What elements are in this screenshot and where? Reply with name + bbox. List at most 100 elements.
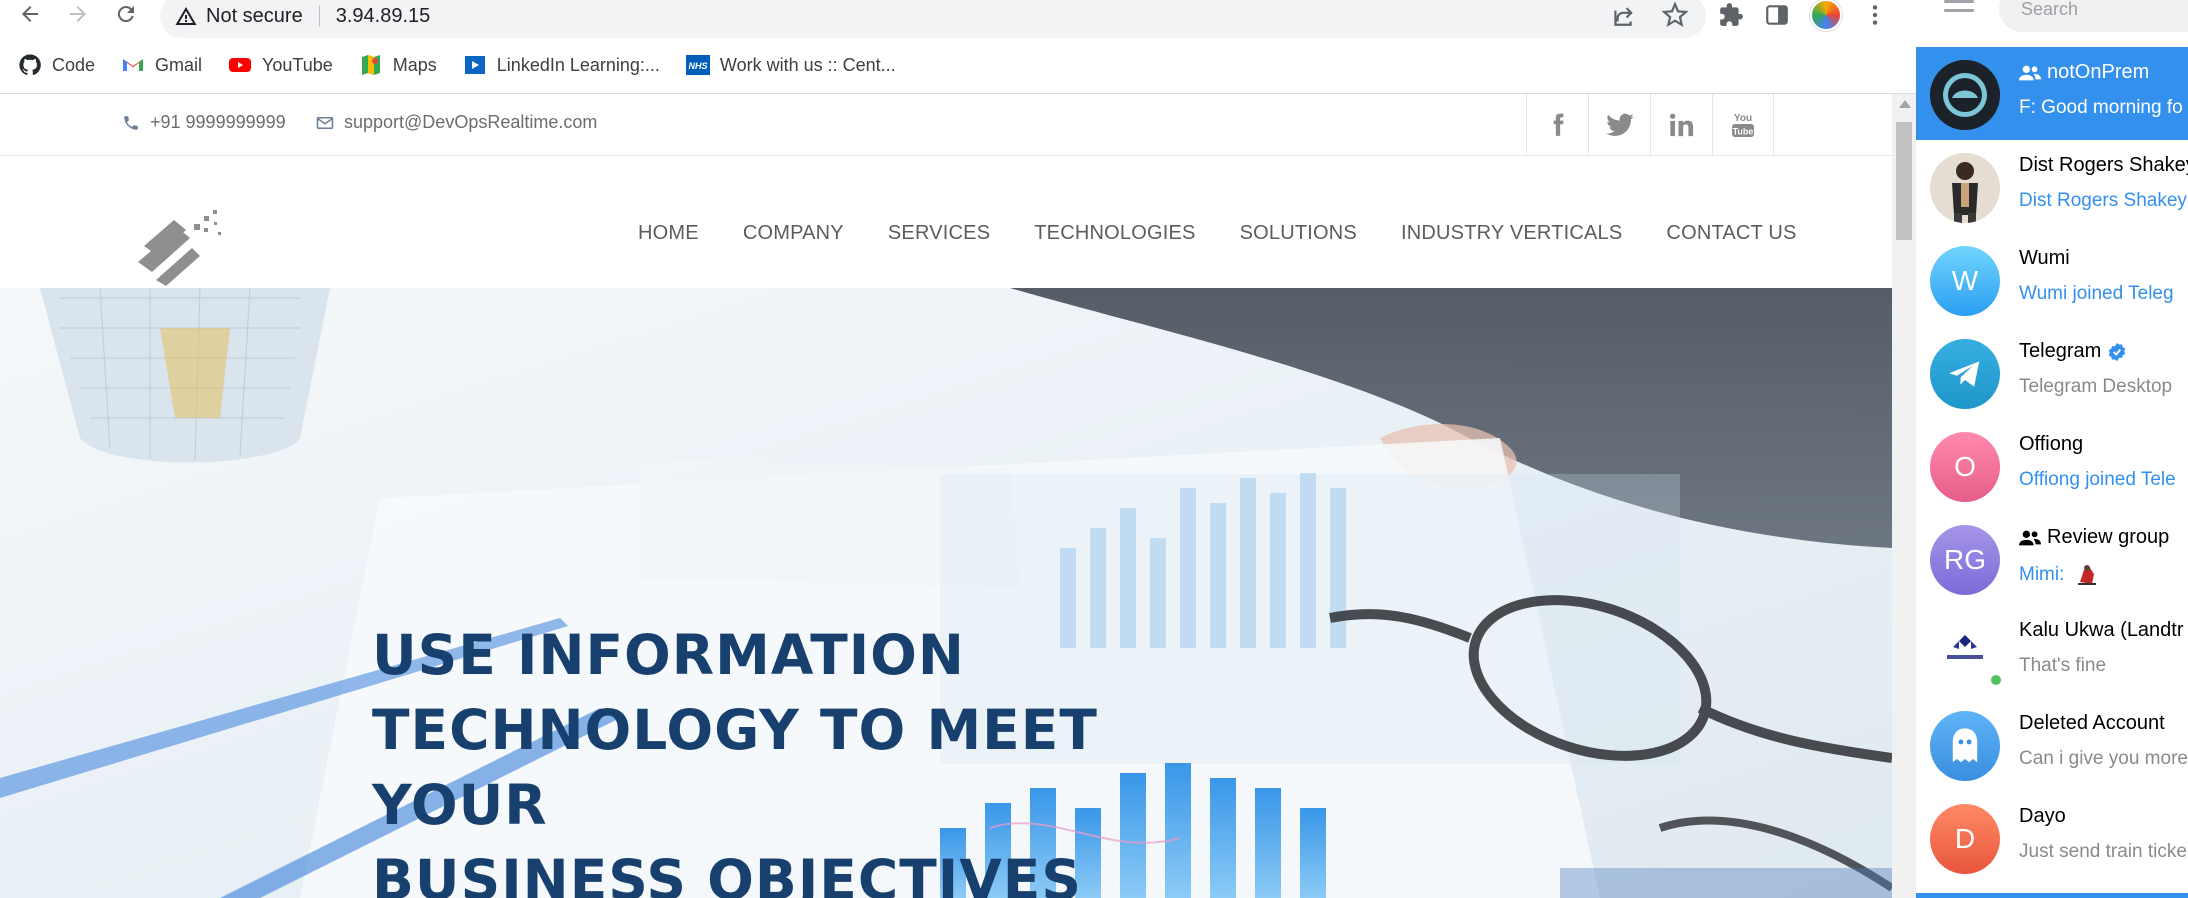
- profile-avatar[interactable]: [1810, 0, 1842, 31]
- chat-avatar: [1930, 60, 2000, 130]
- hamburger-menu-icon[interactable]: [1944, 0, 1974, 20]
- menu-solutions[interactable]: SOLUTIONS: [1240, 222, 1357, 245]
- more-vertical-icon[interactable]: [1862, 2, 1888, 28]
- youtube-link[interactable]: You Tube: [1712, 94, 1774, 156]
- group-icon: [2019, 65, 2041, 80]
- chat-item-dayo[interactable]: D Dayo Just send train ticke: [1916, 791, 2188, 884]
- twitter-link[interactable]: [1588, 94, 1650, 156]
- chat-last-message: Can i give you more: [2019, 748, 2188, 769]
- chat-name: Review group: [2019, 526, 2169, 549]
- telegram-panel: notOnPrem F: Good morning fo Dist Rogers…: [1916, 0, 2188, 898]
- online-status-dot: [1989, 673, 2003, 687]
- chat-name: Deleted Account: [2019, 712, 2165, 735]
- bookmark-youtube[interactable]: YouTube: [228, 53, 333, 77]
- bookmarks-bar: Code Gmail YouTube Maps LinkedIn Learnin…: [0, 48, 896, 82]
- chat-avatar: D: [1930, 804, 2000, 874]
- chat-last-message: Wumi joined Teleg: [2019, 283, 2174, 304]
- menu-technologies[interactable]: TECHNOLOGIES: [1034, 222, 1195, 245]
- social-links: You Tube: [1526, 94, 1774, 156]
- facebook-icon: [1553, 113, 1563, 136]
- chat-item-kalu-ukwa[interactable]: Kalu Ukwa (Landtr That's fine: [1916, 605, 2188, 698]
- warning-icon: [175, 7, 197, 25]
- chat-item-deleted-account[interactable]: Deleted Account Can i give you more: [1916, 698, 2188, 791]
- verified-badge-icon: [2109, 342, 2126, 361]
- chat-name-text: Dist Rogers Shakey: [2019, 154, 2188, 176]
- bookmark-maps[interactable]: Maps: [359, 53, 437, 77]
- browser-toolbar: Not secure 3.94.89.15: [0, 0, 1916, 38]
- chat-last-message: Telegram Desktop: [2019, 376, 2173, 397]
- facebook-link[interactable]: [1526, 94, 1588, 156]
- bookmark-linkedin-learning[interactable]: LinkedIn Learning:...: [463, 53, 660, 77]
- chat-item-wumi[interactable]: W Wumi Wumi joined Teleg: [1916, 233, 2188, 326]
- menu-home[interactable]: HOME: [638, 222, 699, 245]
- bookmark-work-with-us[interactable]: NHS Work with us :: Cent...: [685, 53, 896, 77]
- back-button[interactable]: [12, 0, 48, 28]
- maps-icon: [359, 53, 383, 77]
- bookmark-label: YouTube: [262, 54, 333, 75]
- chat-item-telegram[interactable]: Telegram Telegram Desktop: [1916, 326, 2188, 419]
- url-text[interactable]: 3.94.89.15: [336, 5, 431, 28]
- hero-line-2: TECHNOLOGY TO MEET YOUR: [372, 698, 1098, 837]
- forward-button[interactable]: [60, 0, 96, 28]
- github-icon: [18, 53, 42, 77]
- chat-item-dist-rogers[interactable]: Dist Rogers Shakey Dist Rogers Shakey: [1916, 140, 2188, 233]
- bookmark-star-icon[interactable]: [1662, 2, 1688, 28]
- extensions-icon[interactable]: [1718, 2, 1744, 28]
- page-scrollbar[interactable]: [1892, 94, 1916, 898]
- site-header: HOME COMPANY SERVICES TECHNOLOGIES SOLUT…: [0, 156, 1892, 288]
- svg-text:You: You: [1734, 113, 1752, 124]
- chat-last-message: F: Good morning fo: [2019, 97, 2183, 118]
- bookmark-gmail[interactable]: Gmail: [121, 53, 202, 77]
- contact-topbar: +91 9999999999 support@DevOpsRealtime.co…: [0, 94, 1892, 156]
- chat-name: Kalu Ukwa (Landtr: [2019, 619, 2184, 642]
- chat-item-offiong[interactable]: O Offiong Offiong joined Tele: [1916, 419, 2188, 512]
- email-contact[interactable]: support@DevOpsRealtime.com: [316, 112, 597, 133]
- sticker-thumbnail-icon: [2077, 565, 2096, 585]
- notonprem-logo-icon: [1930, 60, 2000, 130]
- arrow-right-icon: [70, 6, 86, 22]
- company-logo[interactable]: [134, 206, 228, 290]
- chat-last-message: Offiong joined Tele: [2019, 469, 2176, 490]
- menu-services[interactable]: SERVICES: [888, 222, 990, 245]
- menu-contact-us[interactable]: CONTACT US: [1666, 222, 1796, 245]
- bookmark-label: Maps: [392, 54, 437, 75]
- browser-window: Not secure 3.94.89.15 Code Gmail YouTube…: [0, 0, 1916, 898]
- security-indicator[interactable]: Not secure: [174, 4, 303, 28]
- hero-line-1: USE INFORMATION: [372, 623, 965, 687]
- hero-banner: USE INFORMATION TECHNOLOGY TO MEET YOUR …: [0, 288, 1892, 898]
- scroll-thumb[interactable]: [1896, 122, 1912, 240]
- twitter-icon: [1605, 113, 1634, 136]
- bookmark-label: Work with us :: Cent...: [719, 54, 896, 75]
- share-icon[interactable]: [1610, 2, 1636, 28]
- side-panel-icon[interactable]: [1764, 2, 1790, 28]
- chat-name: Offiong: [2019, 433, 2083, 456]
- gmail-icon: [121, 53, 145, 77]
- omnibox-divider: [318, 5, 320, 27]
- chat-avatar: [1930, 153, 2000, 223]
- scroll-up-arrow-icon[interactable]: [1899, 100, 1911, 108]
- chat-avatar: O: [1930, 432, 2000, 502]
- chat-name: Telegram: [2019, 340, 2127, 363]
- chat-item-notonprem[interactable]: notOnPrem F: Good morning fo: [1916, 47, 2188, 140]
- svg-text:Tube: Tube: [1733, 127, 1754, 137]
- chat-name: Dist Rogers Shakey: [2019, 154, 2188, 177]
- menu-industry-verticals[interactable]: INDUSTRY VERTICALS: [1401, 222, 1622, 245]
- chat-avatar: [1930, 711, 2000, 781]
- linkedin-link[interactable]: [1650, 94, 1712, 156]
- landtrader-logo-icon: [1947, 635, 1983, 659]
- security-label: Not secure: [206, 4, 303, 27]
- reload-button[interactable]: [108, 0, 144, 28]
- chat-last-message: That's fine: [2019, 655, 2107, 676]
- chat-item-review-group[interactable]: RG Review group Mimi:: [1916, 512, 2188, 605]
- phone-contact[interactable]: +91 9999999999: [122, 112, 286, 133]
- bookmark-code[interactable]: Code: [18, 53, 95, 77]
- chat-name: Wumi: [2019, 247, 2070, 270]
- telegram-search-input[interactable]: [1999, 0, 2188, 32]
- menu-company[interactable]: COMPANY: [743, 222, 844, 245]
- nhs-icon: NHS: [685, 53, 710, 77]
- telegram-bottom-bar: [1916, 893, 2188, 898]
- chat-avatar: [1930, 339, 2000, 409]
- address-bar[interactable]: Not secure 3.94.89.15: [160, 0, 1706, 38]
- chat-name-text: Dayo: [2019, 805, 2066, 827]
- chat-message-text: Mimi:: [2019, 564, 2065, 586]
